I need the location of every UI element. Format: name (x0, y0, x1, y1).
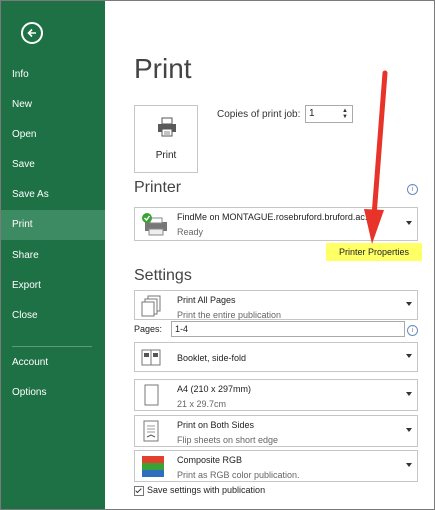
sidebar-item-new[interactable]: New (1, 90, 105, 120)
print-panel: Print Print Copies of print job: 1 ▲ ▼ Pr… (105, 1, 434, 509)
sidebar-item-close[interactable]: Close (1, 301, 105, 331)
sidebar-item-share[interactable]: Share (1, 241, 105, 271)
sidebar-item-open[interactable]: Open (1, 120, 105, 150)
sidebar-item-info[interactable]: Info (1, 60, 105, 90)
sidebar-item-export[interactable]: Export (1, 271, 105, 301)
back-button[interactable] (21, 22, 43, 44)
sidebar-item-options[interactable]: Options (1, 378, 105, 408)
sidebar-item-save-as[interactable]: Save As (1, 180, 105, 210)
back-arrow-icon (27, 28, 36, 38)
sidebar-item-save[interactable]: Save (1, 150, 105, 180)
annotation-arrow-icon (364, 70, 388, 244)
sidebar-item-print[interactable]: Print (1, 210, 105, 240)
sidebar-item-account[interactable]: Account (1, 348, 105, 378)
sidebar-divider (12, 346, 92, 347)
backstage-window: Info New Open Save Save As Print Share E… (0, 0, 435, 510)
backstage-sidebar: Info New Open Save Save As Print Share E… (1, 1, 105, 509)
